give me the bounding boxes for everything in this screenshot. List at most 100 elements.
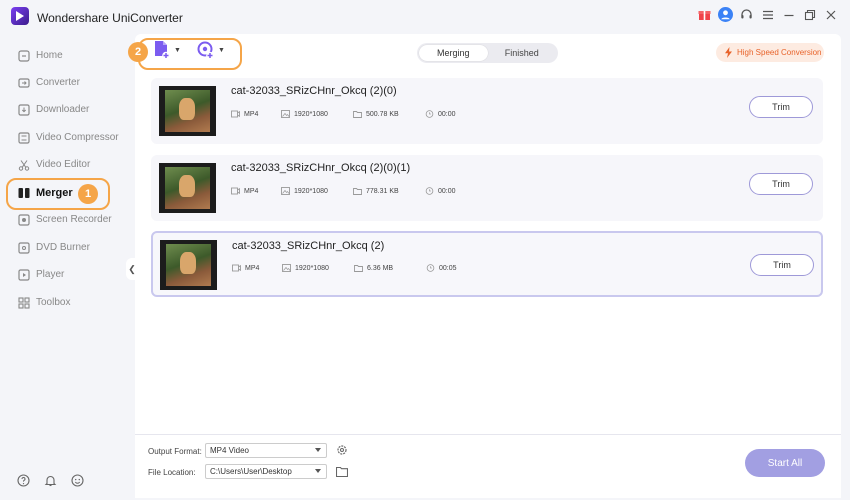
resolution-icon — [282, 264, 291, 272]
duration-value: 00:05 — [439, 264, 457, 272]
chevron-down-icon: ▼ — [217, 46, 225, 54]
duration-value: 00:00 — [438, 110, 456, 118]
settings-icon[interactable] — [336, 444, 348, 459]
sidebar-item-video-compressor[interactable]: Video Compressor — [0, 124, 134, 151]
help-icon[interactable] — [17, 474, 30, 490]
output-format-select[interactable]: MP4 Video — [205, 443, 327, 458]
minimize-icon[interactable] — [781, 7, 796, 22]
feedback-icon[interactable] — [71, 474, 84, 490]
video-thumbnail — [159, 163, 216, 213]
file-duration: 00:05 — [426, 264, 457, 272]
sidebar-item-video-editor[interactable]: Video Editor — [0, 151, 134, 178]
downloader-icon — [17, 103, 30, 116]
title-bar: Wondershare UniConverter — [0, 0, 850, 34]
clock-icon — [425, 110, 434, 118]
step-badge-1: 1 — [78, 184, 98, 204]
folder-icon — [353, 188, 362, 195]
file-location-select[interactable]: C:\Users\User\Desktop — [205, 464, 327, 479]
file-name: cat-32033_SRizCHnr_Okcq (2)(0)(1) — [231, 162, 411, 174]
add-files-button[interactable]: ▼ — [153, 40, 181, 60]
sidebar-item-label: Player — [36, 269, 65, 280]
resolution-icon — [281, 110, 290, 118]
chevron-down-icon: ▼ — [174, 46, 181, 54]
resolution-value: 1920*1080 — [294, 187, 328, 195]
file-location-value: C:\Users\User\Desktop — [210, 467, 292, 476]
file-card[interactable]: cat-32033_SRizCHnr_Okcq (2)(0) MP4 1920*… — [151, 78, 823, 144]
start-all-button[interactable]: Start All — [745, 449, 825, 477]
output-format-value: MP4 Video — [210, 446, 249, 455]
user-avatar-icon[interactable] — [718, 7, 733, 22]
file-location-label: File Location: — [148, 468, 196, 477]
file-duration: 00:00 — [425, 187, 456, 195]
size-value: 778.31 KB — [366, 187, 399, 195]
video-format-icon — [232, 264, 241, 272]
output-format-label: Output Format: — [148, 447, 202, 456]
resolution-value: 1920*1080 — [294, 110, 328, 118]
chevron-down-icon — [315, 469, 321, 473]
high-speed-label: High Speed Conversion — [737, 48, 822, 57]
window-controls — [697, 7, 838, 22]
high-speed-conversion-toggle[interactable]: High Speed Conversion — [716, 43, 824, 62]
folder-icon — [354, 265, 363, 272]
sidebar-item-player[interactable]: Player — [0, 261, 134, 288]
gift-icon[interactable] — [697, 7, 712, 22]
sidebar-item-label: Screen Recorder — [36, 214, 112, 225]
app-logo-icon — [11, 7, 29, 25]
merge-tabs: Merging Finished — [417, 43, 558, 63]
sidebar-item-downloader[interactable]: Downloader — [0, 96, 134, 123]
add-media-icon — [197, 41, 214, 60]
converter-icon — [17, 76, 30, 89]
toolbox-icon — [17, 296, 30, 309]
file-card-selected[interactable]: cat-32033_SRizCHnr_Okcq (2) MP4 1920*108… — [151, 231, 823, 297]
sidebar-item-dvd-burner[interactable]: DVD Burner — [0, 234, 134, 261]
add-toolbar: ▼ ▼ — [153, 40, 225, 60]
file-name: cat-32033_SRizCHnr_Okcq (2)(0) — [231, 85, 397, 97]
trim-button[interactable]: Trim — [749, 96, 813, 118]
trim-button[interactable]: Trim — [750, 254, 814, 276]
file-name: cat-32033_SRizCHnr_Okcq (2) — [232, 240, 385, 252]
sidebar: Home Converter Downloader Video Compress… — [0, 34, 134, 500]
headset-icon[interactable] — [739, 7, 754, 22]
file-size: 778.31 KB — [353, 187, 399, 195]
file-size: 6.36 MB — [354, 264, 393, 272]
restore-icon[interactable] — [802, 7, 817, 22]
sidebar-item-screen-recorder[interactable]: Screen Recorder — [0, 206, 134, 233]
sidebar-item-label: Downloader — [36, 104, 90, 115]
file-resolution: 1920*1080 — [281, 110, 328, 118]
open-folder-icon[interactable] — [335, 466, 349, 480]
compressor-icon — [17, 131, 30, 144]
file-format: MP4 — [232, 264, 259, 272]
resolution-value: 1920*1080 — [295, 264, 329, 272]
file-card[interactable]: cat-32033_SRizCHnr_Okcq (2)(0)(1) MP4 19… — [151, 155, 823, 221]
chevron-down-icon — [315, 448, 321, 452]
add-file-icon — [155, 41, 170, 60]
sidebar-item-converter[interactable]: Converter — [0, 69, 134, 96]
format-value: MP4 — [245, 264, 260, 272]
close-icon[interactable] — [823, 7, 838, 22]
sidebar-item-label: Video Editor — [36, 159, 91, 170]
file-format: MP4 — [231, 110, 258, 118]
file-size: 500.78 KB — [353, 110, 399, 118]
tab-merging[interactable]: Merging — [419, 45, 488, 61]
sidebar-bottom-icons — [17, 474, 84, 490]
bell-icon[interactable] — [44, 474, 57, 490]
add-from-device-button[interactable]: ▼ — [197, 40, 225, 60]
sidebar-item-label: Converter — [36, 77, 80, 88]
editor-icon — [17, 158, 30, 171]
player-icon — [17, 268, 30, 281]
trim-button[interactable]: Trim — [749, 173, 813, 195]
step-badge-2: 2 — [128, 42, 148, 62]
tab-finished[interactable]: Finished — [488, 45, 557, 61]
duration-value: 00:00 — [438, 187, 456, 195]
menu-icon[interactable] — [760, 7, 775, 22]
folder-icon — [353, 111, 362, 118]
sidebar-item-home[interactable]: Home — [0, 42, 134, 69]
video-thumbnail — [159, 86, 216, 136]
file-format: MP4 — [231, 187, 258, 195]
sidebar-item-toolbox[interactable]: Toolbox — [0, 289, 134, 316]
recorder-icon — [17, 213, 30, 226]
video-format-icon — [231, 110, 240, 118]
clock-icon — [426, 264, 435, 272]
file-duration: 00:00 — [425, 110, 456, 118]
file-resolution: 1920*1080 — [281, 187, 328, 195]
